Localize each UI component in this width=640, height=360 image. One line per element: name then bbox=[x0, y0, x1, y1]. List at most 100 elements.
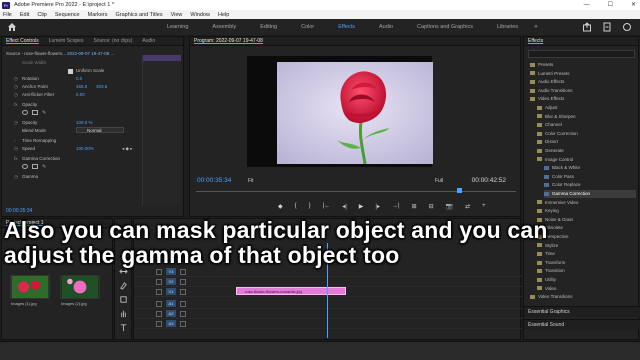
lock-track-icon[interactable] bbox=[156, 300, 162, 307]
toggle-output-icon[interactable] bbox=[180, 288, 186, 295]
effects-tree-item[interactable]: Channel bbox=[537, 121, 636, 129]
export-frame-icon[interactable]: 📷 bbox=[446, 203, 453, 210]
effects-tree-item[interactable]: Utility bbox=[537, 276, 636, 284]
project-thumbnail-1[interactable] bbox=[10, 275, 50, 299]
track-v3[interactable]: V3 bbox=[134, 267, 522, 277]
effects-tree-item[interactable]: Presets bbox=[530, 61, 636, 69]
anchor-point-x-value[interactable]: 455.0 bbox=[76, 83, 87, 91]
playback-resolution-select[interactable]: Full bbox=[435, 178, 443, 184]
stopwatch-icon[interactable]: ◷ bbox=[14, 83, 18, 91]
maximize-button[interactable]: ☐ bbox=[608, 0, 613, 10]
lock-track-icon[interactable] bbox=[156, 310, 162, 317]
toggle-output-icon[interactable] bbox=[180, 278, 186, 285]
stopwatch-icon[interactable]: ◷ bbox=[14, 173, 18, 181]
menu-graphics-and-titles[interactable]: Graphics and Titles bbox=[116, 12, 163, 18]
progress-icon[interactable] bbox=[622, 22, 632, 32]
program-monitor-title[interactable]: Program: 2022-09-07 19-47-08 bbox=[194, 38, 263, 44]
rotation-value[interactable]: 0.0 bbox=[76, 75, 82, 83]
effects-tree-item[interactable]: Audio Effects bbox=[530, 78, 636, 86]
pen-tool-icon[interactable] bbox=[119, 281, 128, 290]
sequence-clip-label[interactable]: 2022-09-07 19-47-08 ... bbox=[67, 51, 114, 56]
menu-view[interactable]: View bbox=[171, 12, 183, 18]
track-name[interactable]: A1 bbox=[166, 300, 176, 307]
effects-panel-title[interactable]: Effects bbox=[528, 38, 543, 44]
program-playhead[interactable] bbox=[457, 188, 462, 193]
mute-track-icon[interactable] bbox=[180, 320, 186, 327]
keyframe-nav-icon[interactable]: ◂ ◆ ▸ bbox=[122, 145, 132, 153]
anti-flicker-value[interactable]: 0.00 bbox=[76, 91, 85, 99]
ripple-edit-tool-icon[interactable] bbox=[119, 267, 128, 276]
minimize-button[interactable]: — bbox=[584, 0, 590, 10]
menu-help[interactable]: Help bbox=[218, 12, 229, 18]
menu-file[interactable]: File bbox=[3, 12, 12, 18]
extract-button[interactable]: ⊟ bbox=[429, 203, 434, 210]
lock-track-icon[interactable] bbox=[156, 268, 162, 275]
fx-toggle-icon[interactable]: fx bbox=[14, 101, 18, 109]
effects-tree-item[interactable]: Transition bbox=[537, 267, 636, 275]
comparison-view-button[interactable]: ⇄ bbox=[465, 203, 470, 210]
pen-mask-icon[interactable]: ✎ bbox=[42, 110, 46, 116]
workspace-tab-color[interactable]: Color bbox=[289, 24, 326, 30]
fx-toggle-icon[interactable]: fx bbox=[14, 155, 18, 163]
effects-tree-item[interactable]: Image Control bbox=[537, 156, 636, 164]
expand-arrow-icon[interactable]: › bbox=[14, 137, 16, 145]
track-name[interactable]: A2 bbox=[166, 310, 176, 317]
toggle-output-icon[interactable] bbox=[180, 268, 186, 275]
mark-out-button[interactable]: } bbox=[309, 203, 311, 210]
stopwatch-icon[interactable]: ◷ bbox=[14, 91, 18, 99]
tab-lumetri-scopes[interactable]: Lumetri Scopes bbox=[49, 38, 84, 44]
effects-tree-item[interactable]: Color Correction bbox=[537, 130, 636, 138]
go-to-in-button[interactable]: |← bbox=[323, 203, 331, 210]
effects-tree-item[interactable]: Black & White bbox=[544, 164, 636, 172]
lock-track-icon[interactable] bbox=[156, 288, 162, 295]
export-icon[interactable] bbox=[582, 22, 592, 32]
ellipse-mask-icon[interactable] bbox=[22, 110, 28, 115]
step-forward-button[interactable]: |▸ bbox=[375, 203, 380, 210]
workspace-tab-audio[interactable]: Audio bbox=[367, 24, 405, 30]
workspace-tab-assembly[interactable]: Assembly bbox=[200, 24, 248, 30]
program-time-ruler[interactable] bbox=[196, 189, 516, 192]
track-name[interactable]: A3 bbox=[166, 320, 176, 327]
effects-tree-item[interactable]: Audio Transitions bbox=[530, 87, 636, 95]
tab-audio-clip-mixer[interactable]: Audio bbox=[142, 38, 155, 44]
effects-tree-item[interactable]: Blur & Sharpen bbox=[537, 113, 636, 121]
rectangle-mask-icon[interactable] bbox=[32, 164, 38, 169]
effect-controls-timecode[interactable]: 00:00:35:34 bbox=[6, 208, 32, 214]
track-name[interactable]: V3 bbox=[166, 268, 176, 275]
effects-tree-item[interactable]: Generate bbox=[537, 147, 636, 155]
track-a1[interactable]: A1 bbox=[134, 299, 522, 309]
button-editor-icon[interactable]: + bbox=[482, 203, 486, 210]
effects-tree-item[interactable]: Immersive Video bbox=[537, 199, 636, 207]
workspace-tab-learning[interactable]: Learning bbox=[155, 24, 200, 30]
effect-controls-mini-timeline[interactable] bbox=[142, 55, 181, 205]
mute-track-icon[interactable] bbox=[180, 310, 186, 317]
speed-value[interactable]: 100.00% bbox=[76, 145, 94, 153]
effects-tree-item[interactable]: Distort bbox=[537, 138, 636, 146]
menu-clip[interactable]: Clip bbox=[37, 12, 46, 18]
effects-tree-item[interactable]: Lumetri Presets bbox=[530, 70, 636, 78]
mark-in-button[interactable]: { bbox=[295, 203, 297, 210]
rectangle-mask-icon[interactable] bbox=[32, 110, 38, 115]
blend-mode-select[interactable]: Normal bbox=[76, 127, 124, 133]
effects-tree-item[interactable]: Gamma Correction bbox=[544, 190, 636, 198]
workspace-tab-editing[interactable]: Editing bbox=[248, 24, 289, 30]
lift-button[interactable]: ⊞ bbox=[412, 203, 417, 210]
program-video-frame[interactable] bbox=[247, 56, 433, 167]
opacity-value[interactable]: 100.0 % bbox=[76, 119, 93, 127]
track-a2[interactable]: A2 bbox=[134, 309, 522, 319]
close-button[interactable]: ✕ bbox=[631, 0, 636, 10]
workspace-tab-libraries[interactable]: Libraries bbox=[485, 24, 530, 30]
workspace-tab-captions-and-graphics[interactable]: Captions and Graphics bbox=[405, 24, 485, 30]
program-current-timecode[interactable]: 00:00:35:34 bbox=[197, 177, 231, 184]
effects-tree-item[interactable]: Video Transitions bbox=[530, 293, 636, 301]
track-a3[interactable]: A3 bbox=[134, 319, 522, 329]
play-button[interactable]: ▶ bbox=[359, 203, 364, 210]
quick-export-icon[interactable] bbox=[602, 22, 612, 32]
menu-window[interactable]: Window bbox=[190, 12, 210, 18]
track-name[interactable]: V2 bbox=[166, 278, 176, 285]
timeline-clip[interactable]: rose-flower-flowers-romantic.jpg bbox=[236, 287, 346, 295]
tab-effect-controls[interactable]: Effect Controls bbox=[6, 38, 39, 44]
effects-tree-item[interactable]: Keying bbox=[537, 207, 636, 215]
workspace-tab-effects[interactable]: Effects bbox=[326, 24, 367, 30]
lock-track-icon[interactable] bbox=[156, 278, 162, 285]
